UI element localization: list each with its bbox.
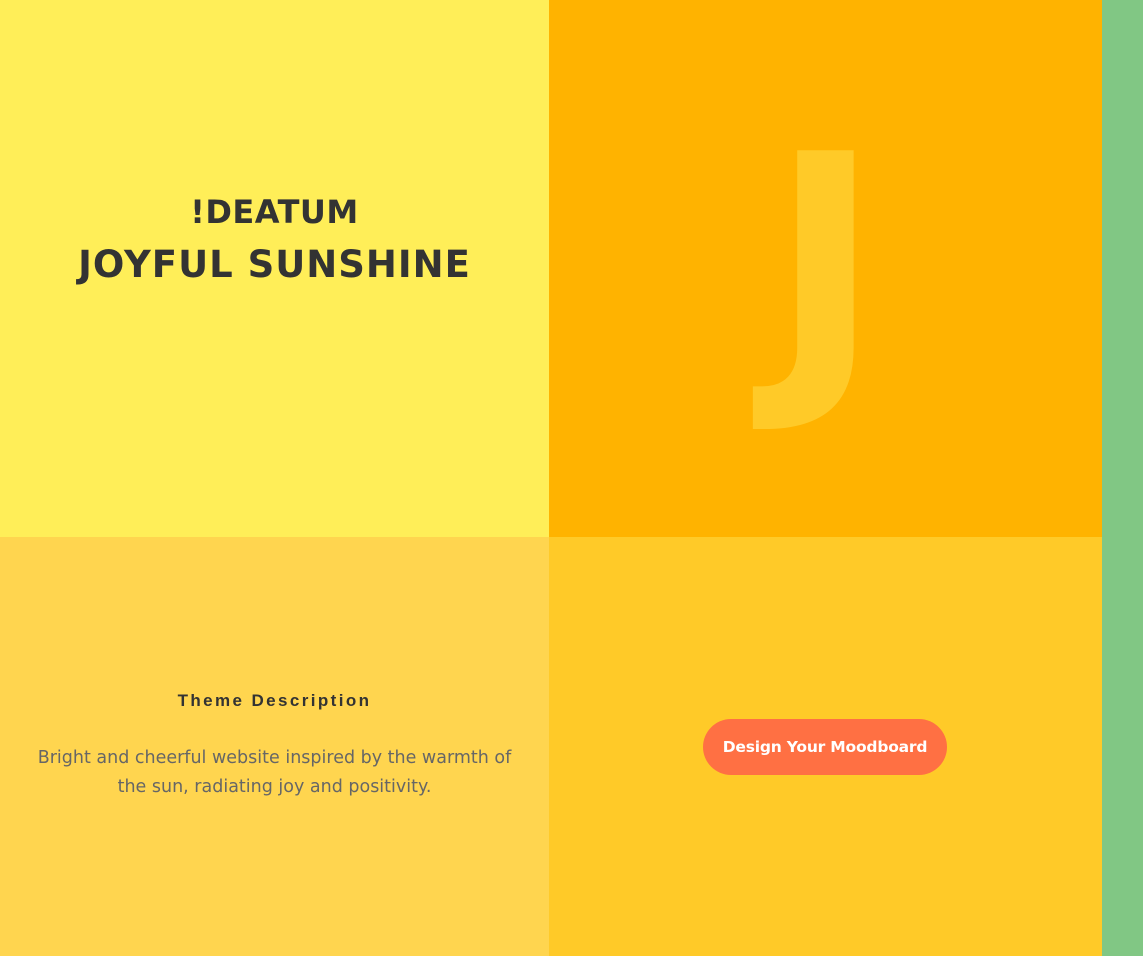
description-text: Bright and cheerful website inspired by …: [37, 748, 512, 797]
theme-title: JOYFUL SUNSHINE: [78, 243, 471, 286]
description-panel: Theme Description Bright and cheerful we…: [0, 537, 549, 956]
brand-logo: !DEATUM: [190, 193, 359, 231]
design-moodboard-button[interactable]: Design Your Moodboard: [703, 718, 947, 775]
moodboard-grid: !DEATUM JOYFUL SUNSHINE J Theme Descript…: [0, 0, 1102, 956]
side-color-strip: [1102, 0, 1143, 956]
description-heading: Theme Description: [177, 691, 372, 710]
cta-panel: Design Your Moodboard: [549, 537, 1102, 956]
title-panel: !DEATUM JOYFUL SUNSHINE: [0, 0, 549, 537]
initial-letter: J: [769, 90, 882, 440]
letter-panel: J: [549, 0, 1102, 537]
